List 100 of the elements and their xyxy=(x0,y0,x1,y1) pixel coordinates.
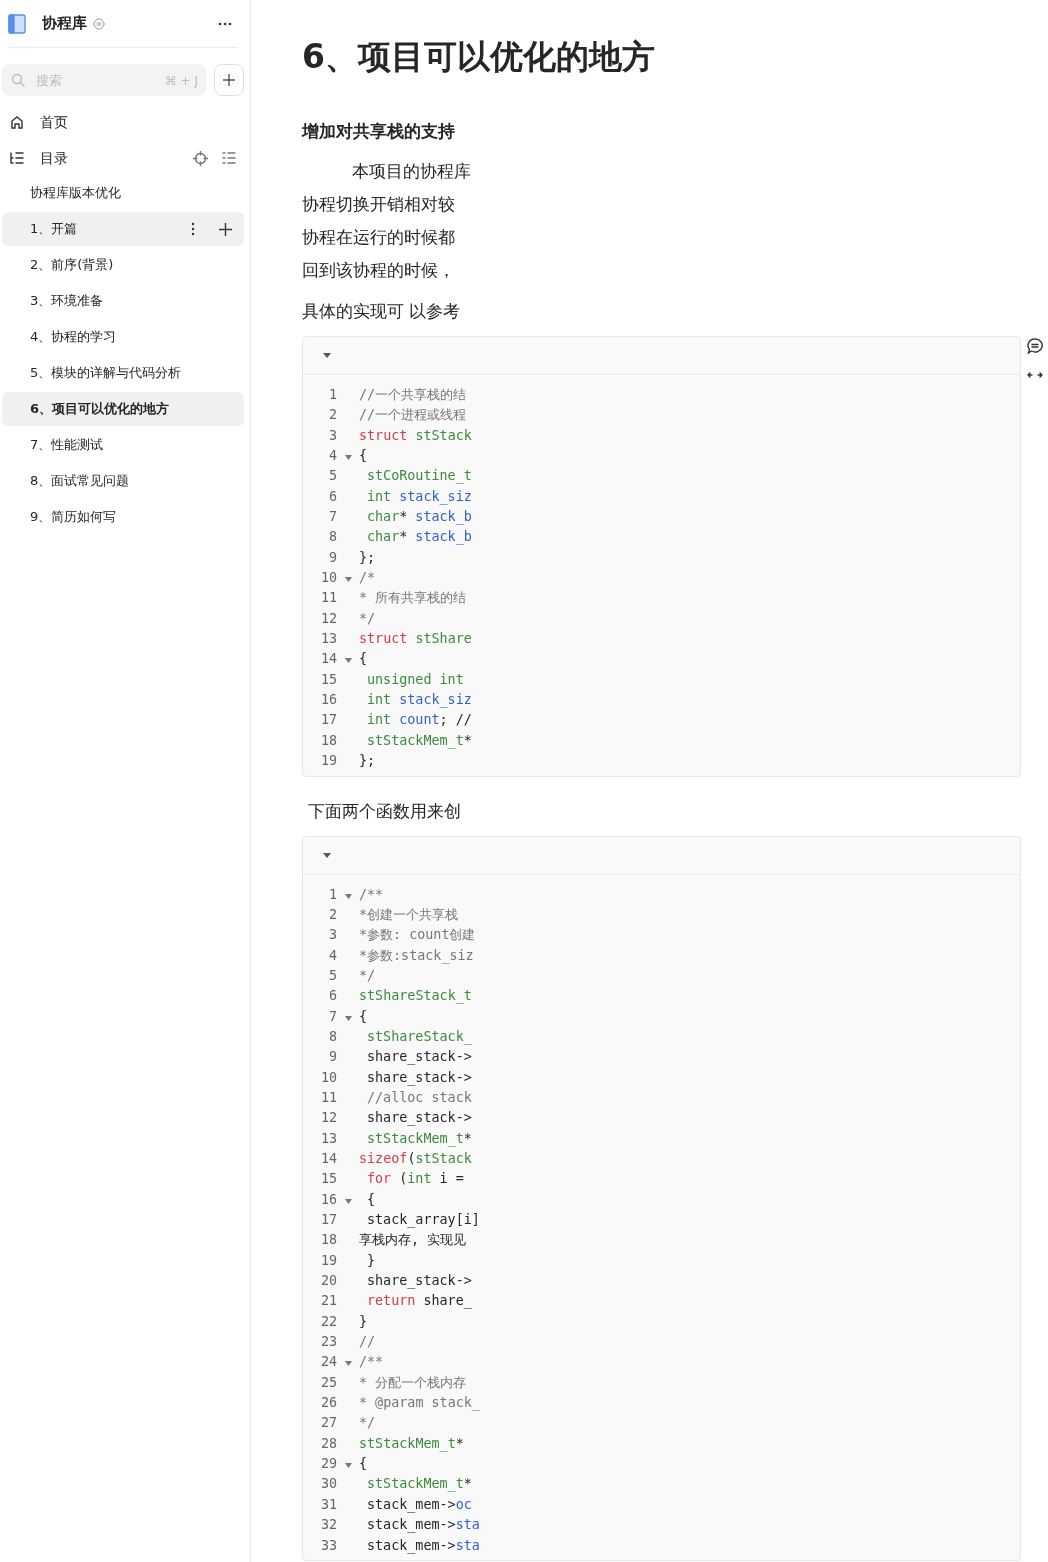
code-line: sizeof(stStack xyxy=(359,1151,472,1166)
code-line: stack_mem->sta xyxy=(366,1517,480,1533)
fold-caret-icon[interactable] xyxy=(344,1015,352,1021)
page-title: 6、项目可以优化的地方 xyxy=(302,37,656,77)
line-number: 6 xyxy=(327,987,337,1006)
kebab-icon[interactable] xyxy=(191,222,195,236)
tree-item[interactable]: 1、开篇 xyxy=(2,212,244,246)
nav-item[interactable]: 首页 xyxy=(2,104,244,140)
line-number: 8 xyxy=(327,528,337,547)
code-line: share_stack-> xyxy=(366,1110,472,1126)
paragraph-line: 下面两个函数用来创 xyxy=(308,799,462,823)
tree-item[interactable]: 6、项目可以优化的地方 xyxy=(2,392,244,426)
code-line: { xyxy=(359,448,368,463)
paragraph-line: 协程切换开销相对较 xyxy=(302,193,456,216)
code-line: { xyxy=(359,1456,368,1472)
tree-item[interactable]: 2、前序(背景) xyxy=(2,248,244,282)
fold-caret-icon[interactable] xyxy=(344,658,352,664)
tree-item[interactable]: 7、性能测试 xyxy=(2,428,244,462)
code-line: stStackMem_t* xyxy=(359,1435,464,1451)
line-number: 3 xyxy=(327,926,337,945)
code-line: // xyxy=(359,1334,376,1350)
code-line: //一个共享栈的结 xyxy=(359,387,467,402)
code-line: stStackMem_t* xyxy=(366,1476,472,1492)
code-line: stCoRoutine_t xyxy=(366,468,472,484)
line-number: 2 xyxy=(327,905,337,924)
line-number: 17 xyxy=(319,1211,337,1229)
code-line: int stack_siz xyxy=(366,488,472,504)
line-number: 20 xyxy=(319,1272,337,1291)
line-number: 15 xyxy=(319,670,337,689)
plus-icon[interactable] xyxy=(219,222,232,236)
nav-item[interactable]: 目录 xyxy=(2,140,244,176)
line-number: 9 xyxy=(327,548,337,567)
code-line: * @param stack_ xyxy=(359,1395,480,1411)
search-icon xyxy=(11,73,25,87)
code-line: * 所有共享栈的结 xyxy=(359,590,467,606)
fold-caret-icon[interactable] xyxy=(344,1361,352,1367)
tree-item[interactable]: 4、协程的学习 xyxy=(2,320,244,354)
code-line: stStackMem_t* xyxy=(366,1130,472,1146)
line-number: 13 xyxy=(319,630,337,649)
tree-item[interactable]: 8、面试常见问题 xyxy=(2,464,244,498)
code-line: * 分配一个栈内存 xyxy=(359,1374,467,1390)
plus-icon xyxy=(223,74,235,86)
line-number: 1 xyxy=(327,885,337,904)
fold-caret-icon[interactable] xyxy=(344,1198,352,1204)
code-line: share_stack-> xyxy=(366,1273,472,1289)
line-number: 21 xyxy=(319,1292,337,1311)
add-button[interactable] xyxy=(214,64,244,96)
tree-item[interactable]: 5、模块的详解与代码分析 xyxy=(2,356,244,390)
line-number: 10 xyxy=(319,569,337,588)
fold-caret-icon[interactable] xyxy=(344,893,352,899)
code-line: { xyxy=(359,1008,368,1024)
paragraph-line: 回到该协程的时候， xyxy=(302,259,456,282)
paragraph-line: 本项目的协程库 xyxy=(351,160,472,183)
tree-item[interactable]: 9、简历如何写 xyxy=(2,500,244,534)
tree-item[interactable]: 3、环境准备 xyxy=(2,284,244,318)
code-line: stShareStack_t xyxy=(359,988,472,1004)
caret-down-icon[interactable] xyxy=(323,353,331,358)
line-number: 12 xyxy=(319,609,337,628)
code-line: stack_array[i] xyxy=(366,1212,480,1227)
fold-caret-icon[interactable] xyxy=(344,1463,352,1469)
code-line: */ xyxy=(359,967,376,983)
sync-icon xyxy=(93,17,105,30)
line-number: 16 xyxy=(319,691,337,710)
sidebar-title: 协程库 xyxy=(42,13,87,35)
line-number: 30 xyxy=(319,1475,337,1494)
fold-caret-icon[interactable] xyxy=(344,577,352,583)
comment-icon[interactable] xyxy=(1027,338,1043,354)
list-icon[interactable] xyxy=(222,152,236,164)
line-number: 29 xyxy=(319,1455,337,1474)
code-line: /** xyxy=(359,1354,384,1370)
line-number: 4 xyxy=(327,447,337,465)
line-number: 28 xyxy=(319,1434,337,1453)
code-line: //alloc stack xyxy=(366,1089,472,1105)
code-line: */ xyxy=(359,610,376,626)
more-icon[interactable] xyxy=(218,21,232,26)
code-line: return share_ xyxy=(366,1293,472,1309)
code-line: 享栈内存, 实现见 xyxy=(359,1232,467,1248)
code-line: stStackMem_t* xyxy=(366,732,472,748)
expand-width-icon[interactable] xyxy=(1027,370,1043,380)
line-number: 6 xyxy=(327,487,337,506)
line-number: 24 xyxy=(319,1353,337,1372)
locate-icon[interactable] xyxy=(193,150,208,166)
section-heading: 增加对共享栈的支持 xyxy=(302,120,456,141)
line-number: 11 xyxy=(319,1088,337,1107)
code-line: *创建一个共享栈 xyxy=(359,906,459,922)
caret-down-icon[interactable] xyxy=(323,852,331,858)
fold-caret-icon[interactable] xyxy=(344,455,352,460)
code-line: char* stack_b xyxy=(366,509,472,525)
line-number: 32 xyxy=(319,1516,337,1535)
tree-item[interactable]: 协程库版本优化 xyxy=(2,176,244,210)
line-number: 14 xyxy=(319,650,337,669)
line-number: 23 xyxy=(319,1333,337,1352)
line-number: 27 xyxy=(319,1414,337,1433)
line-number: 8 xyxy=(327,1027,337,1046)
line-number: 7 xyxy=(327,1007,337,1026)
code-line: } xyxy=(359,1313,368,1329)
line-number: 19 xyxy=(319,1251,337,1270)
code-line: *参数: count创建 xyxy=(359,927,476,943)
code-line: *参数:stack_siz xyxy=(359,947,474,963)
code-line: struct stShare xyxy=(359,631,472,647)
